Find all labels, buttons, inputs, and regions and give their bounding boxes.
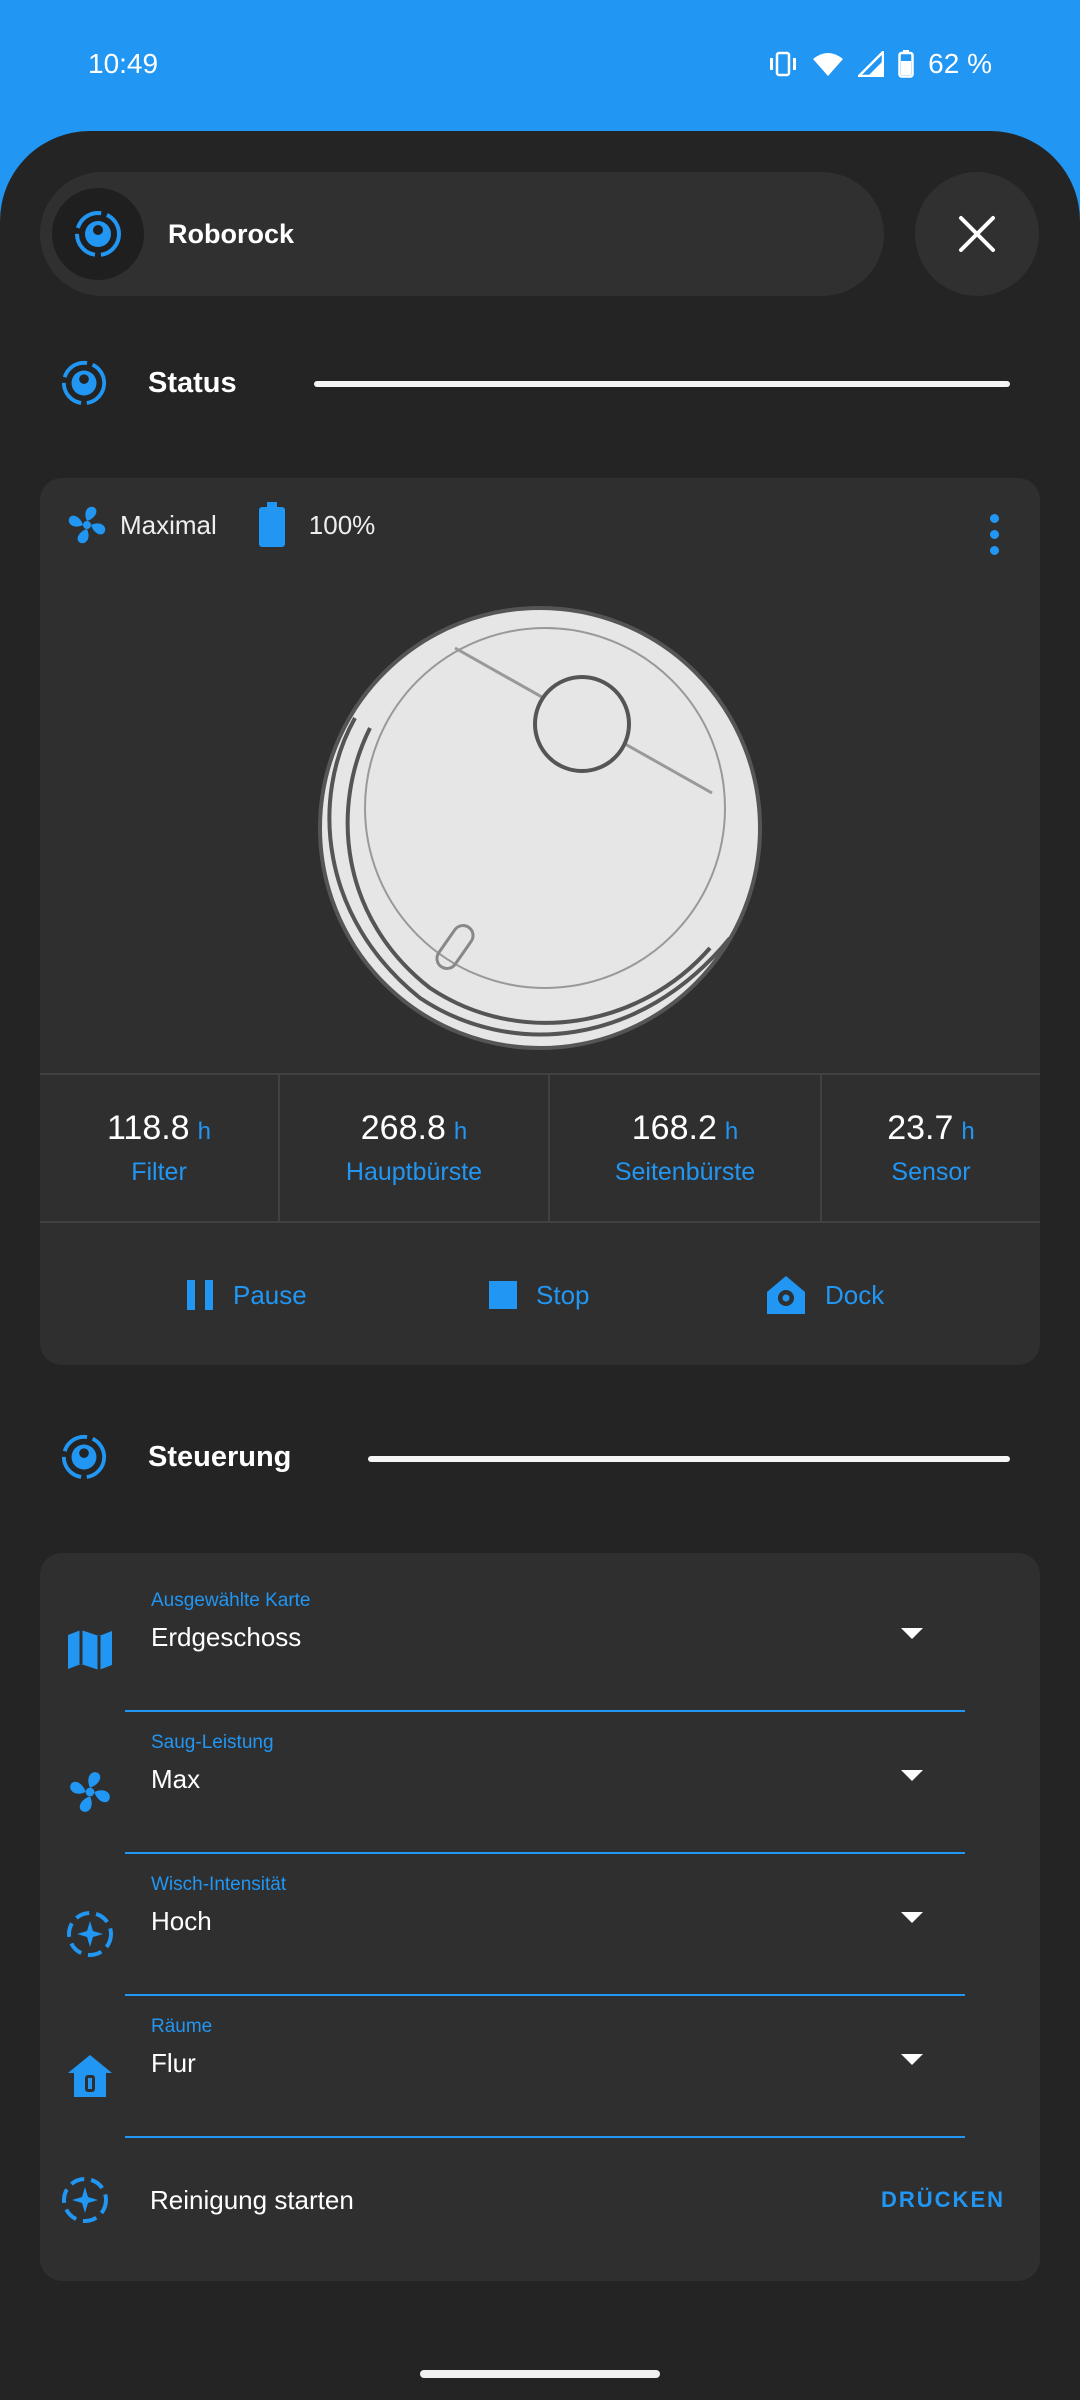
dropdown-arrow-icon xyxy=(901,1628,923,1639)
start-cleaning-row: Reinigung starten DRÜCKEN xyxy=(60,2165,1005,2235)
battery-icon xyxy=(898,50,914,78)
suction-power-select[interactable]: Saug-Leistung Max xyxy=(125,1712,965,1854)
dropdown-arrow-icon xyxy=(901,2054,923,2065)
card-top-row: Maximal 100% xyxy=(64,502,375,548)
robot-vacuum-illustration xyxy=(310,598,770,1058)
robot-vacuum-icon xyxy=(52,188,144,280)
vacuum-status-card: Maximal 100% 118.8 h Filter 268.8 h Hauptb… xyxy=(40,478,1040,1365)
stat-filter[interactable]: 118.8 h Filter xyxy=(40,1075,280,1221)
home-door-icon xyxy=(60,2046,120,2106)
signal-icon xyxy=(858,51,885,77)
status-bar: 10:49 62 % xyxy=(0,0,1080,131)
fan-icon xyxy=(60,1762,120,1822)
status-icons: 62 % xyxy=(768,48,992,80)
stat-main-brush[interactable]: 268.8 h Hauptbürste xyxy=(280,1075,550,1221)
pause-button[interactable]: Pause xyxy=(185,1278,307,1312)
mop-intensity-select[interactable]: Wisch-Intensität Hoch xyxy=(125,1854,965,1996)
battery-percent: 62 % xyxy=(928,48,992,79)
dropdown-arrow-icon xyxy=(901,1912,923,1923)
stat-sensor[interactable]: 23.7 h Sensor xyxy=(822,1075,1040,1221)
map-icon xyxy=(60,1620,120,1680)
start-cleaning-label: Reinigung starten xyxy=(150,2184,354,2215)
home-map-marker-icon xyxy=(767,1276,805,1314)
status-section-title: Status xyxy=(148,366,237,399)
control-section-title: Steuerung xyxy=(148,1440,292,1473)
consumables-row: 118.8 h Filter 268.8 h Hauptbürste 168.2 h … xyxy=(40,1073,1040,1223)
pause-icon xyxy=(187,1280,213,1310)
battery-full-icon xyxy=(258,502,285,547)
robot-vacuum-icon xyxy=(61,360,107,406)
press-button[interactable]: DRÜCKEN xyxy=(881,2187,1005,2213)
more-options-button[interactable] xyxy=(990,514,1000,555)
fan-icon xyxy=(68,506,106,544)
dock-button[interactable]: Dock xyxy=(765,1274,884,1316)
vibrate-icon xyxy=(770,51,797,77)
vacuum-actions: Pause Stop Dock xyxy=(40,1225,1040,1365)
wifi-icon xyxy=(813,53,844,76)
dropdown-arrow-icon xyxy=(901,1770,923,1781)
fan-speed-label: Maximal xyxy=(120,509,217,540)
entity-title: Roborock xyxy=(168,218,295,249)
map-select[interactable]: Ausgewählte Karte Erdgeschoss xyxy=(125,1570,965,1712)
stop-button[interactable]: Stop xyxy=(488,1280,590,1311)
battery-level-label: 100% xyxy=(308,509,376,540)
status-section-header: Status xyxy=(60,353,237,413)
section-divider xyxy=(368,1456,1010,1462)
status-time: 10:49 xyxy=(88,48,159,79)
stop-icon xyxy=(489,1281,517,1309)
entity-header: Roborock xyxy=(40,172,884,296)
rooms-select[interactable]: Räume Flur xyxy=(125,1996,965,2138)
robot-vacuum-sparkle-icon xyxy=(62,2177,108,2223)
close-icon xyxy=(959,216,995,252)
section-divider xyxy=(314,381,1010,387)
robot-vacuum-icon xyxy=(61,1434,107,1480)
gesture-home-bar[interactable] xyxy=(420,2370,660,2378)
control-section-header: Steuerung xyxy=(60,1427,291,1487)
stat-side-brush[interactable]: 168.2 h Seitenbürste xyxy=(550,1075,822,1221)
close-button[interactable] xyxy=(915,172,1039,296)
robot-vacuum-sparkle-icon xyxy=(60,1904,120,1964)
